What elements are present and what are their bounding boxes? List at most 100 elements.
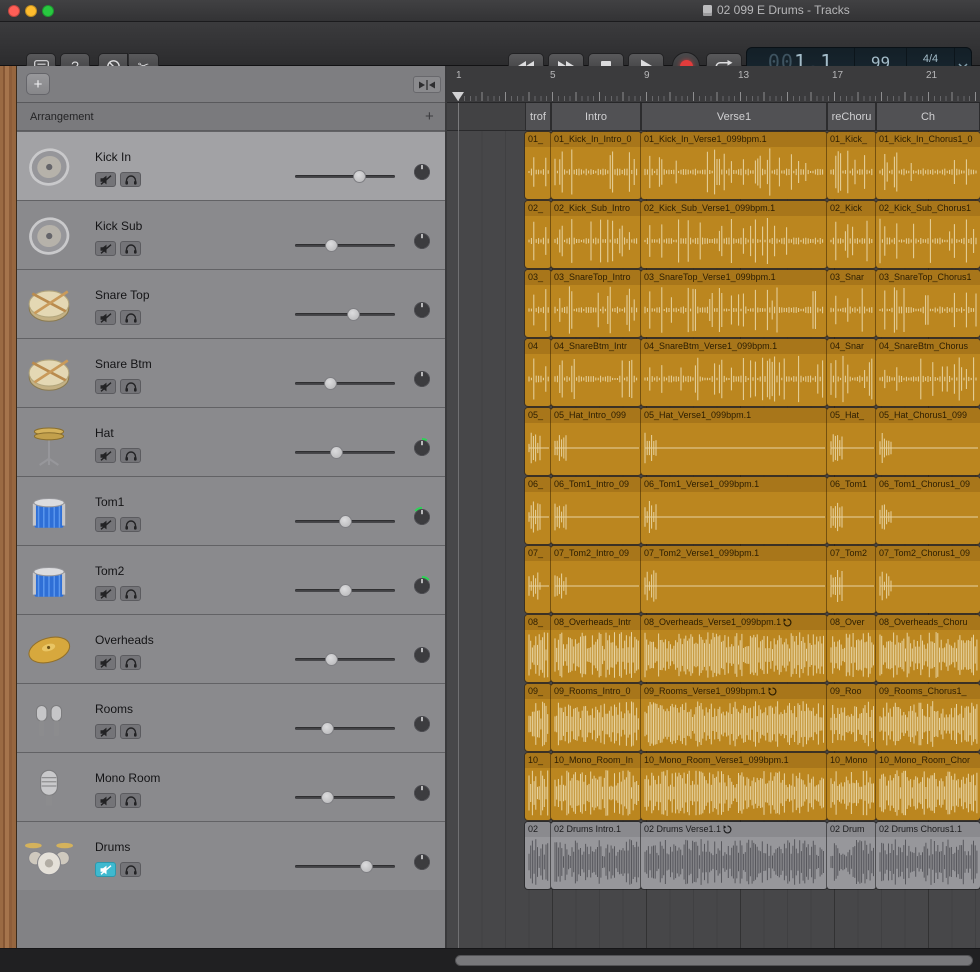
- audio-region[interactable]: 03_: [525, 270, 551, 337]
- audio-region[interactable]: 03_Snar: [827, 270, 876, 337]
- slider-handle[interactable]: [321, 791, 334, 804]
- track-row-tom1[interactable]: Tom1: [17, 476, 445, 545]
- pan-knob[interactable]: [411, 782, 433, 804]
- track-row-mono-room[interactable]: Mono Room: [17, 752, 445, 821]
- volume-slider[interactable]: [295, 858, 395, 876]
- audio-region[interactable]: 05_Hat_Verse1_099bpm.1: [641, 408, 827, 475]
- mute-button[interactable]: [95, 862, 116, 877]
- slider-handle[interactable]: [330, 446, 343, 459]
- audio-region[interactable]: 04_SnareBtm_Intr: [551, 339, 641, 406]
- slider-handle[interactable]: [360, 860, 373, 873]
- pan-knob[interactable]: [411, 161, 433, 183]
- audio-region[interactable]: 05_: [525, 408, 551, 475]
- audio-region[interactable]: 02_Kick: [827, 201, 876, 268]
- audio-region[interactable]: 01_: [525, 132, 551, 199]
- audio-region[interactable]: 04_SnareBtm_Chorus: [876, 339, 980, 406]
- slider-handle[interactable]: [339, 584, 352, 597]
- slider-handle[interactable]: [347, 308, 360, 321]
- pan-knob[interactable]: [411, 851, 433, 873]
- audio-region[interactable]: 07_Tom2_Verse1_099bpm.1: [641, 546, 827, 613]
- track-row-rooms[interactable]: Rooms: [17, 683, 445, 752]
- track-row-snare-top[interactable]: Snare Top: [17, 269, 445, 338]
- audio-region[interactable]: 06_Tom1: [827, 477, 876, 544]
- track-row-kick-in[interactable]: Kick In: [17, 131, 445, 200]
- slider-handle[interactable]: [339, 515, 352, 528]
- audio-region[interactable]: 09_Rooms_Chorus1_: [876, 684, 980, 751]
- headphones-button[interactable]: [120, 241, 141, 256]
- audio-region[interactable]: 10_Mono_Room_In: [551, 753, 641, 820]
- mute-button[interactable]: [95, 241, 116, 256]
- audio-region[interactable]: 01_Kick_In_Verse1_099bpm.1: [641, 132, 827, 199]
- audio-region[interactable]: 01_Kick_In_Intro_0: [551, 132, 641, 199]
- headphones-button[interactable]: [120, 793, 141, 808]
- mute-button[interactable]: [95, 172, 116, 187]
- volume-slider[interactable]: [295, 582, 395, 600]
- arrangement-section[interactable]: Intro: [551, 103, 641, 130]
- track-row-overheads[interactable]: Overheads: [17, 614, 445, 683]
- audio-region[interactable]: 02_Kick_Sub_Chorus1: [876, 201, 980, 268]
- volume-slider[interactable]: [295, 720, 395, 738]
- track-name[interactable]: Kick Sub: [95, 219, 142, 233]
- volume-slider[interactable]: [295, 651, 395, 669]
- audio-region[interactable]: 02 Drums Verse1.1: [641, 822, 827, 889]
- audio-region[interactable]: 02_: [525, 201, 551, 268]
- audio-region[interactable]: 05_Hat_Chorus1_099: [876, 408, 980, 475]
- audio-region[interactable]: 09_Rooms_Intro_0: [551, 684, 641, 751]
- audio-region[interactable]: 02 Drum: [827, 822, 876, 889]
- track-name[interactable]: Drums: [95, 840, 130, 854]
- volume-slider[interactable]: [295, 789, 395, 807]
- headphones-button[interactable]: [120, 862, 141, 877]
- slider-handle[interactable]: [325, 653, 338, 666]
- audio-region[interactable]: 07_Tom2_Intro_09: [551, 546, 641, 613]
- time-ruler[interactable]: 159131721: [447, 66, 980, 103]
- pan-knob[interactable]: [411, 644, 433, 666]
- audio-region[interactable]: 06_Tom1_Chorus1_09: [876, 477, 980, 544]
- volume-slider[interactable]: [295, 375, 395, 393]
- audio-region[interactable]: 01_Kick_In_Chorus1_0: [876, 132, 980, 199]
- audio-region[interactable]: 06_Tom1_Intro_09: [551, 477, 641, 544]
- add-track-button[interactable]: +: [26, 73, 50, 95]
- volume-slider[interactable]: [295, 168, 395, 186]
- audio-region[interactable]: 04_Snar: [827, 339, 876, 406]
- volume-slider[interactable]: [295, 306, 395, 324]
- mute-button[interactable]: [95, 517, 116, 532]
- pan-knob[interactable]: [411, 713, 433, 735]
- audio-region[interactable]: 09_Rooms_Verse1_099bpm.1: [641, 684, 827, 751]
- audio-region[interactable]: 02_Kick_Sub_Verse1_099bpm.1: [641, 201, 827, 268]
- track-row-drums[interactable]: Drums: [17, 821, 445, 890]
- track-name[interactable]: Tom2: [95, 564, 124, 578]
- audio-region[interactable]: 06_Tom1_Verse1_099bpm.1: [641, 477, 827, 544]
- audio-region[interactable]: 07_Tom2: [827, 546, 876, 613]
- headphones-button[interactable]: [120, 448, 141, 463]
- audio-region[interactable]: 04_SnareBtm_Verse1_099bpm.1: [641, 339, 827, 406]
- audio-region[interactable]: 06_: [525, 477, 551, 544]
- track-row-snare-btm[interactable]: Snare Btm: [17, 338, 445, 407]
- add-arrangement-button[interactable]: +: [425, 108, 434, 125]
- track-row-tom2[interactable]: Tom2: [17, 545, 445, 614]
- track-name[interactable]: Kick In: [95, 150, 131, 164]
- pan-knob[interactable]: [411, 575, 433, 597]
- mute-button[interactable]: [95, 448, 116, 463]
- mute-button[interactable]: [95, 379, 116, 394]
- audio-region[interactable]: 02_Kick_Sub_Intro: [551, 201, 641, 268]
- audio-region[interactable]: 10_Mono_Room_Chor: [876, 753, 980, 820]
- mute-button[interactable]: [95, 655, 116, 670]
- headphones-button[interactable]: [120, 724, 141, 739]
- slider-handle[interactable]: [353, 170, 366, 183]
- track-name[interactable]: Snare Top: [95, 288, 150, 302]
- track-name[interactable]: Snare Btm: [95, 357, 152, 371]
- mute-button[interactable]: [95, 310, 116, 325]
- collapse-track-headers-button[interactable]: [413, 76, 441, 93]
- pan-knob[interactable]: [411, 299, 433, 321]
- audio-region[interactable]: 08_Over: [827, 615, 876, 682]
- audio-region[interactable]: 05_Hat_: [827, 408, 876, 475]
- slider-handle[interactable]: [321, 722, 334, 735]
- headphones-button[interactable]: [120, 655, 141, 670]
- pan-knob[interactable]: [411, 437, 433, 459]
- track-row-kick-sub[interactable]: Kick Sub: [17, 200, 445, 269]
- volume-slider[interactable]: [295, 237, 395, 255]
- audio-region[interactable]: 10_Mono: [827, 753, 876, 820]
- audio-region[interactable]: 08_Overheads_Intr: [551, 615, 641, 682]
- audio-region[interactable]: 08_Overheads_Verse1_099bpm.1: [641, 615, 827, 682]
- audio-region[interactable]: 03_SnareTop_Verse1_099bpm.1: [641, 270, 827, 337]
